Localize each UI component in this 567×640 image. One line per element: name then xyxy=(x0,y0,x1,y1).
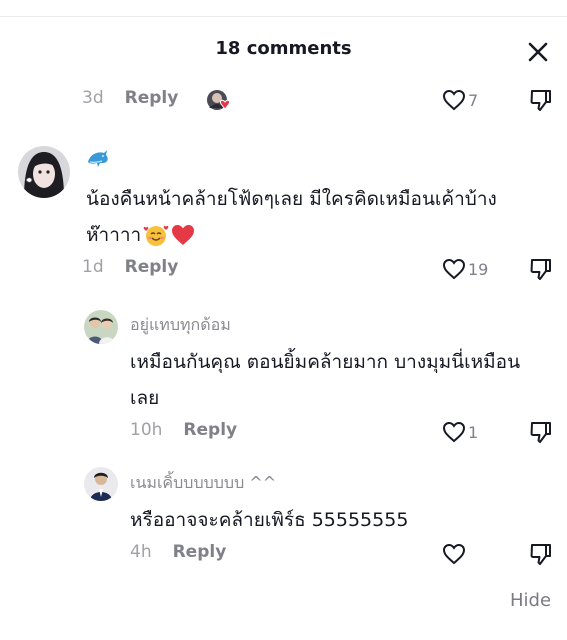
comment-meta-row: 3d Reply xyxy=(82,88,178,108)
creator-liked-avatar xyxy=(206,88,232,114)
reply-text-line-1: หรืออาจจะคล้ายเพิร์ธ 55555555 xyxy=(130,509,409,531)
dislike-icon xyxy=(530,90,551,111)
comment-text-line-1: น้องคืนหน้าคล้ายโฟ้ดๆเลย มีใครคิดเหมือนเ… xyxy=(86,188,497,210)
reply-button[interactable]: Reply xyxy=(125,257,179,277)
heart-icon xyxy=(442,421,466,443)
like-button[interactable] xyxy=(442,543,468,565)
comment-text-suffix: ห๊าาาา xyxy=(86,224,142,246)
dislike-button[interactable] xyxy=(528,256,554,282)
reply-button[interactable]: Reply xyxy=(183,420,237,440)
close-button[interactable] xyxy=(524,38,552,66)
heart-icon xyxy=(442,89,466,111)
heart-icon xyxy=(442,543,466,565)
reply-age: 10h xyxy=(130,420,163,440)
close-icon xyxy=(528,42,548,62)
dislike-icon xyxy=(530,422,551,443)
reply-button[interactable]: Reply xyxy=(125,88,179,108)
dislike-button[interactable] xyxy=(528,419,554,445)
reply-button[interactable]: Reply xyxy=(173,542,227,562)
avatar[interactable] xyxy=(84,467,118,501)
like-button[interactable]: 7 xyxy=(442,89,478,111)
hide-replies-button[interactable]: Hide xyxy=(510,590,551,611)
smiling-face-with-hearts-emoji xyxy=(143,225,169,246)
like-button[interactable]: 19 xyxy=(442,258,488,280)
comment-meta-row: 1d Reply xyxy=(82,257,178,277)
reply-age: 4h xyxy=(130,542,152,562)
dislike-icon xyxy=(530,544,551,565)
comment-text-line-2: ห๊าาาา xyxy=(86,220,196,250)
dislike-button[interactable] xyxy=(528,541,554,567)
comments-count-title: 18 comments xyxy=(215,38,352,59)
dislike-button[interactable] xyxy=(528,87,554,113)
like-count: 1 xyxy=(468,422,479,442)
comment-age: 1d xyxy=(82,257,104,277)
top-divider xyxy=(0,16,567,17)
like-button[interactable]: 1 xyxy=(442,421,478,443)
reply-text-line-1: เหมือนกันคุณ ตอนยิ้มคล้ายมาก บางมุมนี่เห… xyxy=(130,351,521,373)
avatar[interactable] xyxy=(84,310,118,344)
comment-age: 3d xyxy=(82,88,104,108)
reply-username[interactable]: อยู่แทบทุกด้อม xyxy=(130,313,231,338)
heart-icon xyxy=(442,258,466,280)
red-heart-emoji xyxy=(172,225,195,245)
reply-text-line-2: เลย xyxy=(130,387,160,409)
like-count: 7 xyxy=(468,90,479,110)
dolphin-emoji xyxy=(86,148,110,175)
reply-meta-row: 4h Reply xyxy=(130,542,226,562)
reply-meta-row: 10h Reply xyxy=(130,420,237,440)
dislike-icon xyxy=(530,259,551,280)
reply-username[interactable]: เนมเคิ้บบบบบบบ ^^ xyxy=(130,471,276,496)
avatar[interactable] xyxy=(18,146,70,198)
like-count: 19 xyxy=(468,259,489,279)
